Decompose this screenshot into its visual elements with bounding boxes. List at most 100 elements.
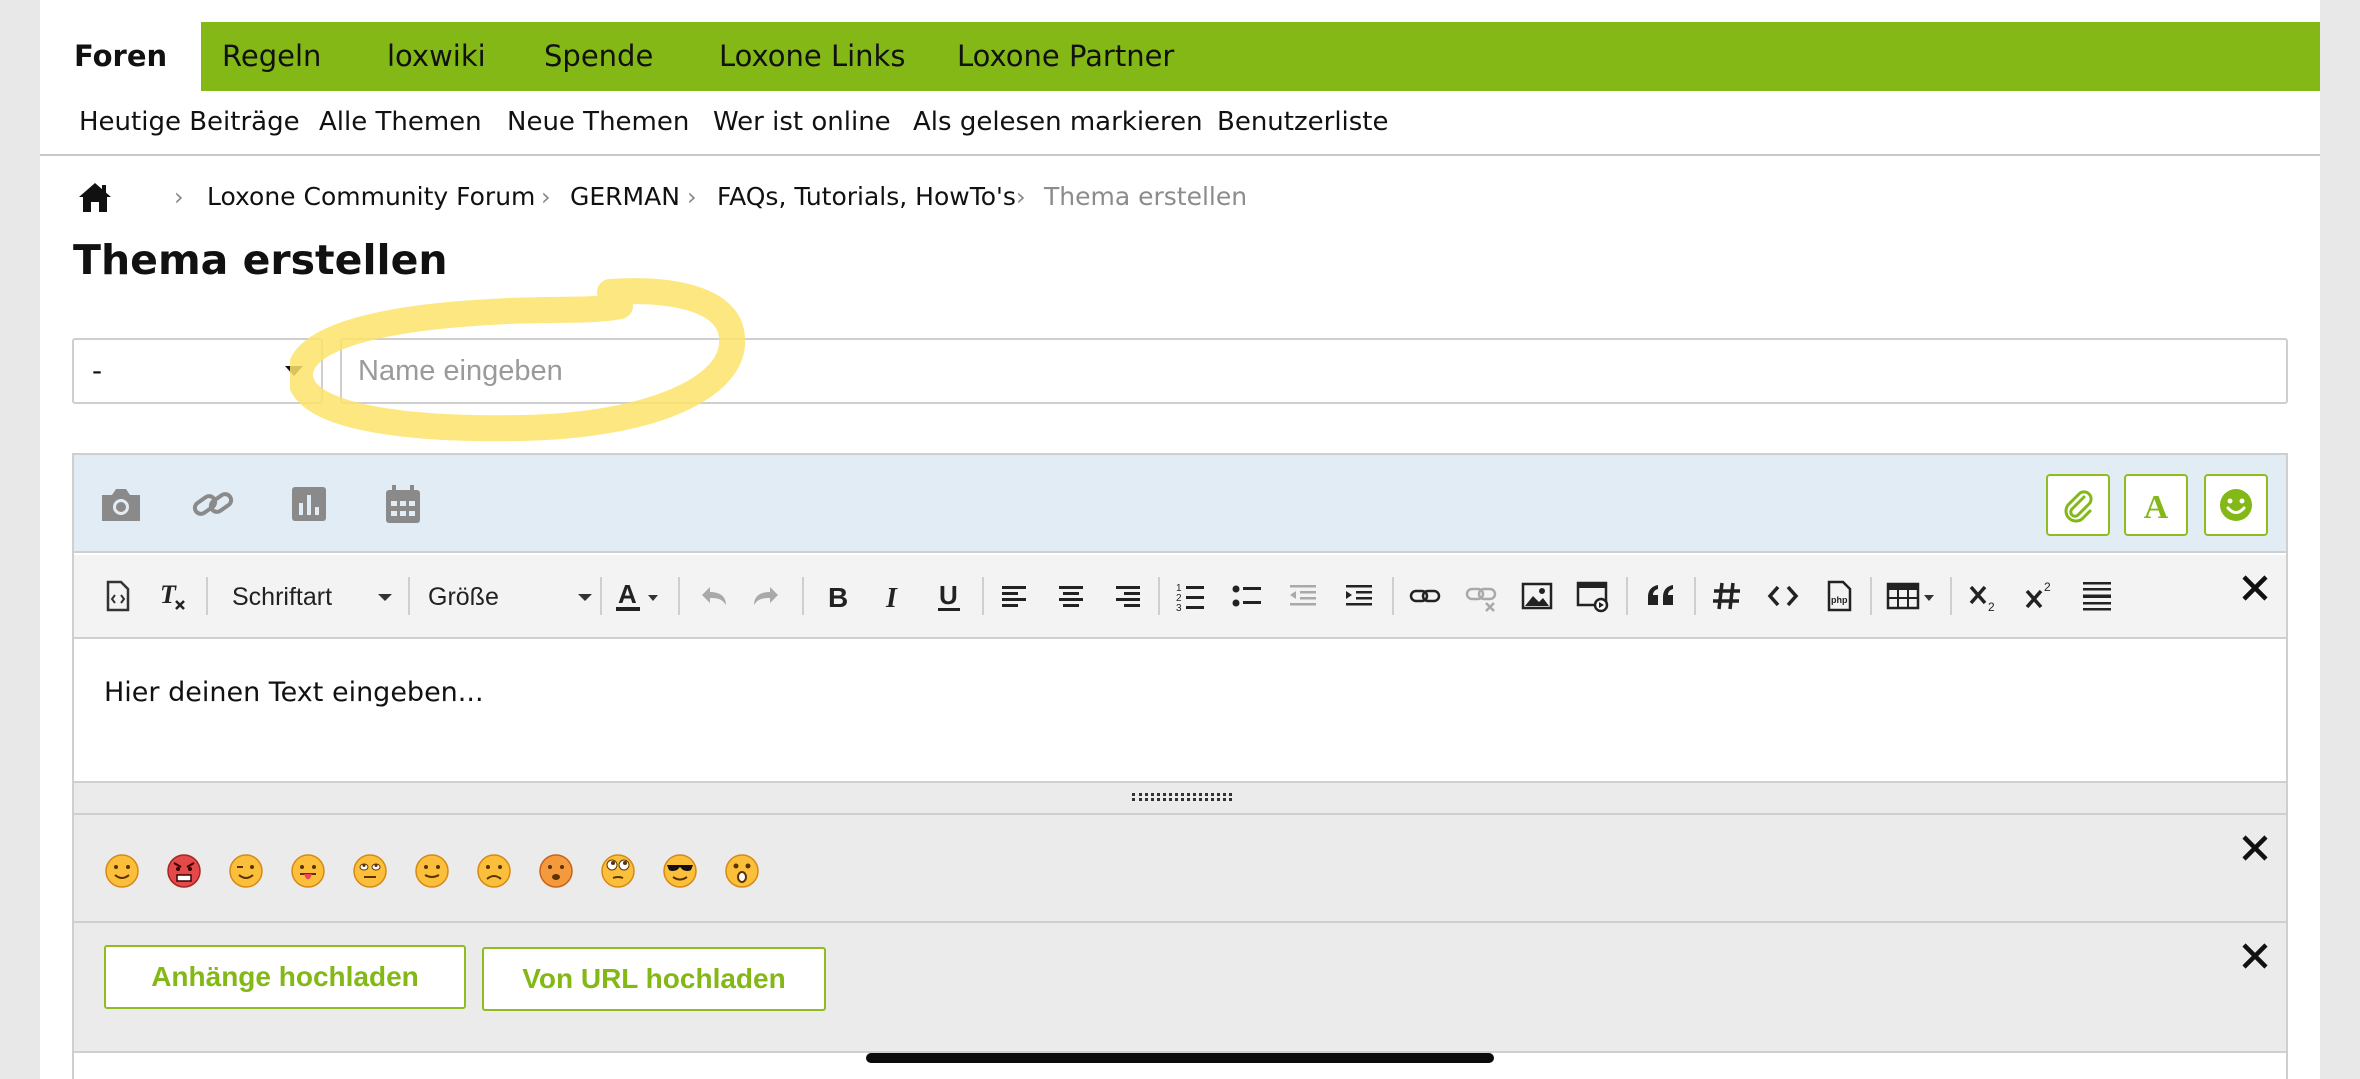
caret-down-icon <box>285 366 303 376</box>
link-icon[interactable] <box>190 481 236 527</box>
php-code-icon[interactable]: php <box>1822 579 1856 613</box>
svg-text:I: I <box>885 583 898 613</box>
prefix-value: - <box>92 354 103 387</box>
formatting-toolbar: T Schriftart Größe A B I U 1 2 3 php 2 2 <box>74 555 2286 639</box>
numbered-list-icon[interactable]: 1 2 3 <box>1174 579 1208 613</box>
smiley-neutral-icon[interactable] <box>414 853 450 889</box>
link-wer-ist-online[interactable]: Wer ist online <box>713 91 891 154</box>
smiley-panel <box>74 815 2286 923</box>
smiley-embarrassed-icon[interactable] <box>538 853 574 889</box>
svg-text:php: php <box>1831 595 1848 605</box>
editor-resize-handle[interactable] <box>74 781 2286 815</box>
smiley-tongue-icon[interactable] <box>290 853 326 889</box>
font-family-label: Schriftart <box>232 583 333 611</box>
bold-icon[interactable]: B <box>820 579 854 613</box>
toolbar-separator <box>1870 577 1872 615</box>
home-icon[interactable] <box>78 181 112 213</box>
horizontal-rule-icon[interactable] <box>2080 579 2114 613</box>
unlink-icon[interactable] <box>1464 579 1498 613</box>
smiley-frown-icon[interactable] <box>476 853 512 889</box>
link-alle-themen[interactable]: Alle Themen <box>319 91 482 154</box>
superscript-icon[interactable]: 2 <box>2024 579 2058 613</box>
align-right-icon[interactable] <box>1110 579 1144 613</box>
smiley-angry-icon[interactable] <box>166 853 202 889</box>
image-icon[interactable] <box>1520 579 1554 613</box>
media-icon[interactable] <box>1576 579 1610 613</box>
close-smiley-panel-icon[interactable] <box>2240 833 2270 863</box>
align-center-icon[interactable] <box>1054 579 1088 613</box>
clear-format-icon[interactable]: T <box>156 579 190 613</box>
underline-icon[interactable]: U <box>932 579 966 613</box>
breadcrumb-german[interactable]: GERMAN <box>570 176 680 218</box>
source-code-icon[interactable] <box>100 579 134 613</box>
sub-navigation: Heutige Beiträge Alle Themen Neue Themen… <box>40 91 2320 156</box>
toolbar-separator <box>982 577 984 615</box>
tab-loxone-partner[interactable]: Loxone Partner <box>957 22 1174 91</box>
italic-icon[interactable]: I <box>876 579 910 613</box>
svg-text:A: A <box>618 579 637 609</box>
svg-text:U: U <box>939 580 958 610</box>
breadcrumb-current: Thema erstellen <box>1044 182 1248 211</box>
editor-content-area[interactable]: Hier deinen Text eingeben... <box>74 641 2286 781</box>
hashtag-icon[interactable] <box>1710 579 1744 613</box>
smiley-surprised-icon[interactable] <box>724 853 760 889</box>
font-size-select[interactable]: Größe <box>428 571 592 623</box>
quote-icon[interactable] <box>1644 579 1678 613</box>
svg-text:T: T <box>160 580 177 609</box>
attachment-panel: Anhänge hochladen Von URL hochladen <box>74 923 2286 1053</box>
toolbar-separator <box>678 577 680 615</box>
toolbar-separator <box>408 577 410 615</box>
text-color-icon[interactable]: A <box>614 579 664 613</box>
smiley-smile-icon[interactable] <box>104 853 140 889</box>
editor-quickbar: A <box>74 455 2286 553</box>
upload-attachments-button[interactable]: Anhänge hochladen <box>104 945 466 1009</box>
toolbar-separator <box>802 577 804 615</box>
tab-loxwiki[interactable]: loxwiki <box>387 22 486 91</box>
table-icon[interactable] <box>1886 579 1936 613</box>
link-benutzerliste[interactable]: Benutzerliste <box>1217 91 1389 154</box>
svg-text:B: B <box>828 582 848 613</box>
tab-loxone-links[interactable]: Loxone Links <box>719 22 905 91</box>
breadcrumb-forum[interactable]: Loxone Community Forum <box>207 176 535 218</box>
smiley-wink-icon[interactable] <box>228 853 264 889</box>
indent-icon[interactable] <box>1342 579 1376 613</box>
font-size-label: Größe <box>428 583 499 611</box>
link-heutige-beitraege[interactable]: Heutige Beiträge <box>79 91 300 154</box>
tab-regeln[interactable]: Regeln <box>222 22 321 91</box>
insert-link-icon[interactable] <box>1408 579 1442 613</box>
close-attachment-panel-icon[interactable] <box>2240 941 2270 971</box>
smiley-button[interactable] <box>2204 474 2268 536</box>
redo-icon[interactable] <box>750 579 784 613</box>
link-als-gelesen-markieren[interactable]: Als gelesen markieren <box>913 91 1203 154</box>
code-icon[interactable] <box>1766 579 1800 613</box>
prefix-select[interactable]: - <box>72 338 323 404</box>
subscript-icon[interactable]: 2 <box>1968 579 2002 613</box>
outdent-icon[interactable] <box>1286 579 1320 613</box>
grip-icon <box>1132 793 1232 801</box>
toolbar-separator <box>1950 577 1952 615</box>
smiley-cool-icon[interactable] <box>662 853 698 889</box>
undo-icon[interactable] <box>696 579 730 613</box>
svg-text:2: 2 <box>2044 580 2051 594</box>
calendar-icon[interactable] <box>380 481 426 527</box>
tab-spende[interactable]: Spende <box>544 22 653 91</box>
close-toolbar-icon[interactable] <box>2240 573 2270 603</box>
poll-icon[interactable] <box>286 481 332 527</box>
link-neue-themen[interactable]: Neue Themen <box>507 91 689 154</box>
chevron-right-icon: › <box>1016 183 1026 211</box>
upload-from-url-button[interactable]: Von URL hochladen <box>482 947 826 1011</box>
font-family-select[interactable]: Schriftart <box>232 571 392 623</box>
breadcrumb-faqs[interactable]: FAQs, Tutorials, HowTo's <box>717 176 1016 218</box>
subject-input[interactable] <box>340 338 2288 404</box>
toolbar-separator <box>1626 577 1628 615</box>
smiley-rolleyes-icon[interactable] <box>352 853 388 889</box>
attachment-button[interactable] <box>2046 474 2110 536</box>
toolbar-separator <box>1392 577 1394 615</box>
align-left-icon[interactable] <box>998 579 1032 613</box>
svg-text:A: A <box>2144 489 2169 523</box>
text-formatting-button[interactable]: A <box>2124 474 2188 536</box>
smiley-eyes-icon[interactable] <box>600 853 636 889</box>
tab-foren[interactable]: Foren <box>40 22 202 91</box>
camera-icon[interactable] <box>98 481 144 527</box>
bullet-list-icon[interactable] <box>1230 579 1264 613</box>
